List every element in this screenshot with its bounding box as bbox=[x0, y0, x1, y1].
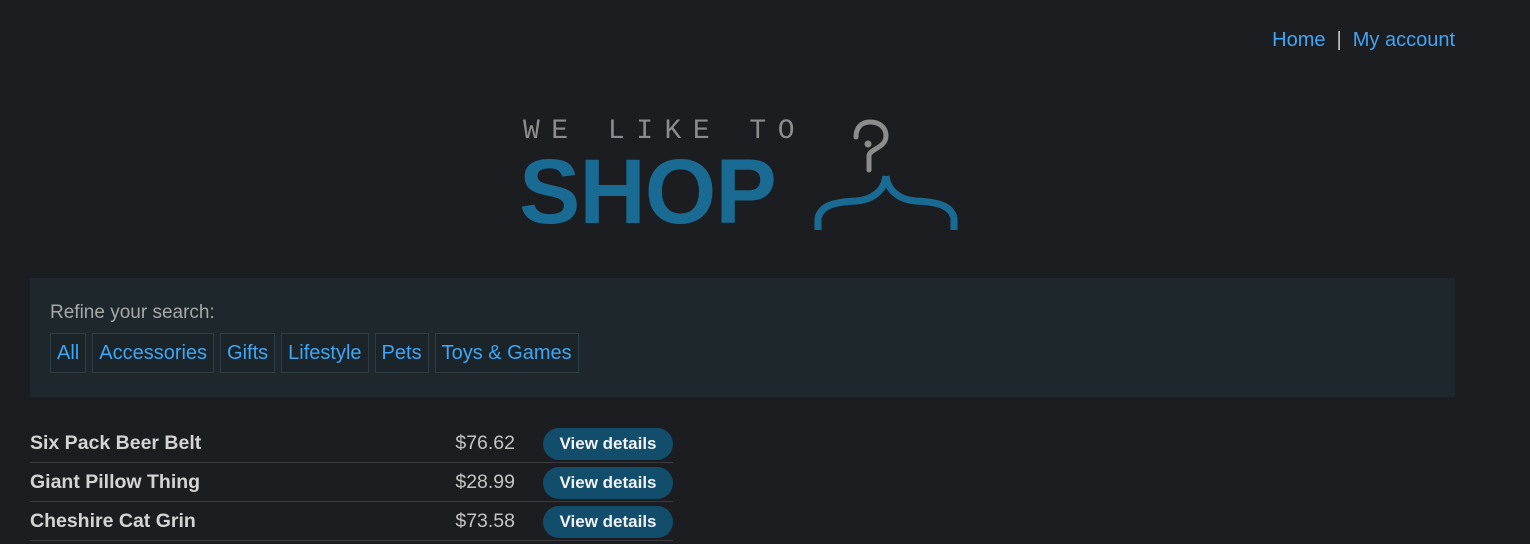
filter-accessories[interactable]: Accessories bbox=[92, 333, 215, 373]
view-details-button[interactable]: View details bbox=[543, 467, 673, 499]
product-row: Giant Pillow Thing $28.99 View details bbox=[30, 463, 673, 502]
view-details-button[interactable]: View details bbox=[543, 506, 673, 538]
filter-all[interactable]: All bbox=[50, 333, 87, 373]
nav-separator: | bbox=[1336, 29, 1342, 51]
filter-toys-games[interactable]: Toys & Games bbox=[434, 333, 579, 373]
filter-panel: Refine your search: All Accessories Gift… bbox=[30, 278, 1455, 397]
product-name: Giant Pillow Thing bbox=[30, 471, 201, 493]
logo-word: SHOP bbox=[519, 141, 777, 243]
filter-label: Refine your search: bbox=[50, 302, 215, 323]
product-row: Cheshire Cat Grin $73.58 View details bbox=[30, 502, 673, 541]
product-price: $76.62 bbox=[455, 432, 515, 454]
site-logo[interactable]: WE LIKE TO SHOP bbox=[519, 112, 966, 243]
filter-pets[interactable]: Pets bbox=[374, 333, 429, 373]
product-list: Six Pack Beer Belt $76.62 View details G… bbox=[30, 424, 673, 541]
my-account-link[interactable]: My account bbox=[1353, 29, 1455, 51]
top-nav: Home | My account bbox=[1272, 29, 1455, 52]
filter-list: All Accessories Gifts Lifestyle Pets Toy… bbox=[50, 333, 579, 373]
product-row: Six Pack Beer Belt $76.62 View details bbox=[30, 424, 673, 463]
product-name: Cheshire Cat Grin bbox=[30, 510, 196, 532]
product-name: Six Pack Beer Belt bbox=[30, 432, 202, 454]
filter-gifts[interactable]: Gifts bbox=[220, 333, 276, 373]
home-link[interactable]: Home bbox=[1272, 29, 1325, 51]
product-price: $73.58 bbox=[455, 510, 515, 532]
hanger-icon bbox=[814, 119, 958, 230]
view-details-button[interactable]: View details bbox=[543, 428, 673, 460]
page: Home | My account WE LIKE TO SHOP Refine y… bbox=[0, 0, 1530, 544]
product-price: $28.99 bbox=[455, 471, 515, 493]
filter-lifestyle[interactable]: Lifestyle bbox=[281, 333, 369, 373]
